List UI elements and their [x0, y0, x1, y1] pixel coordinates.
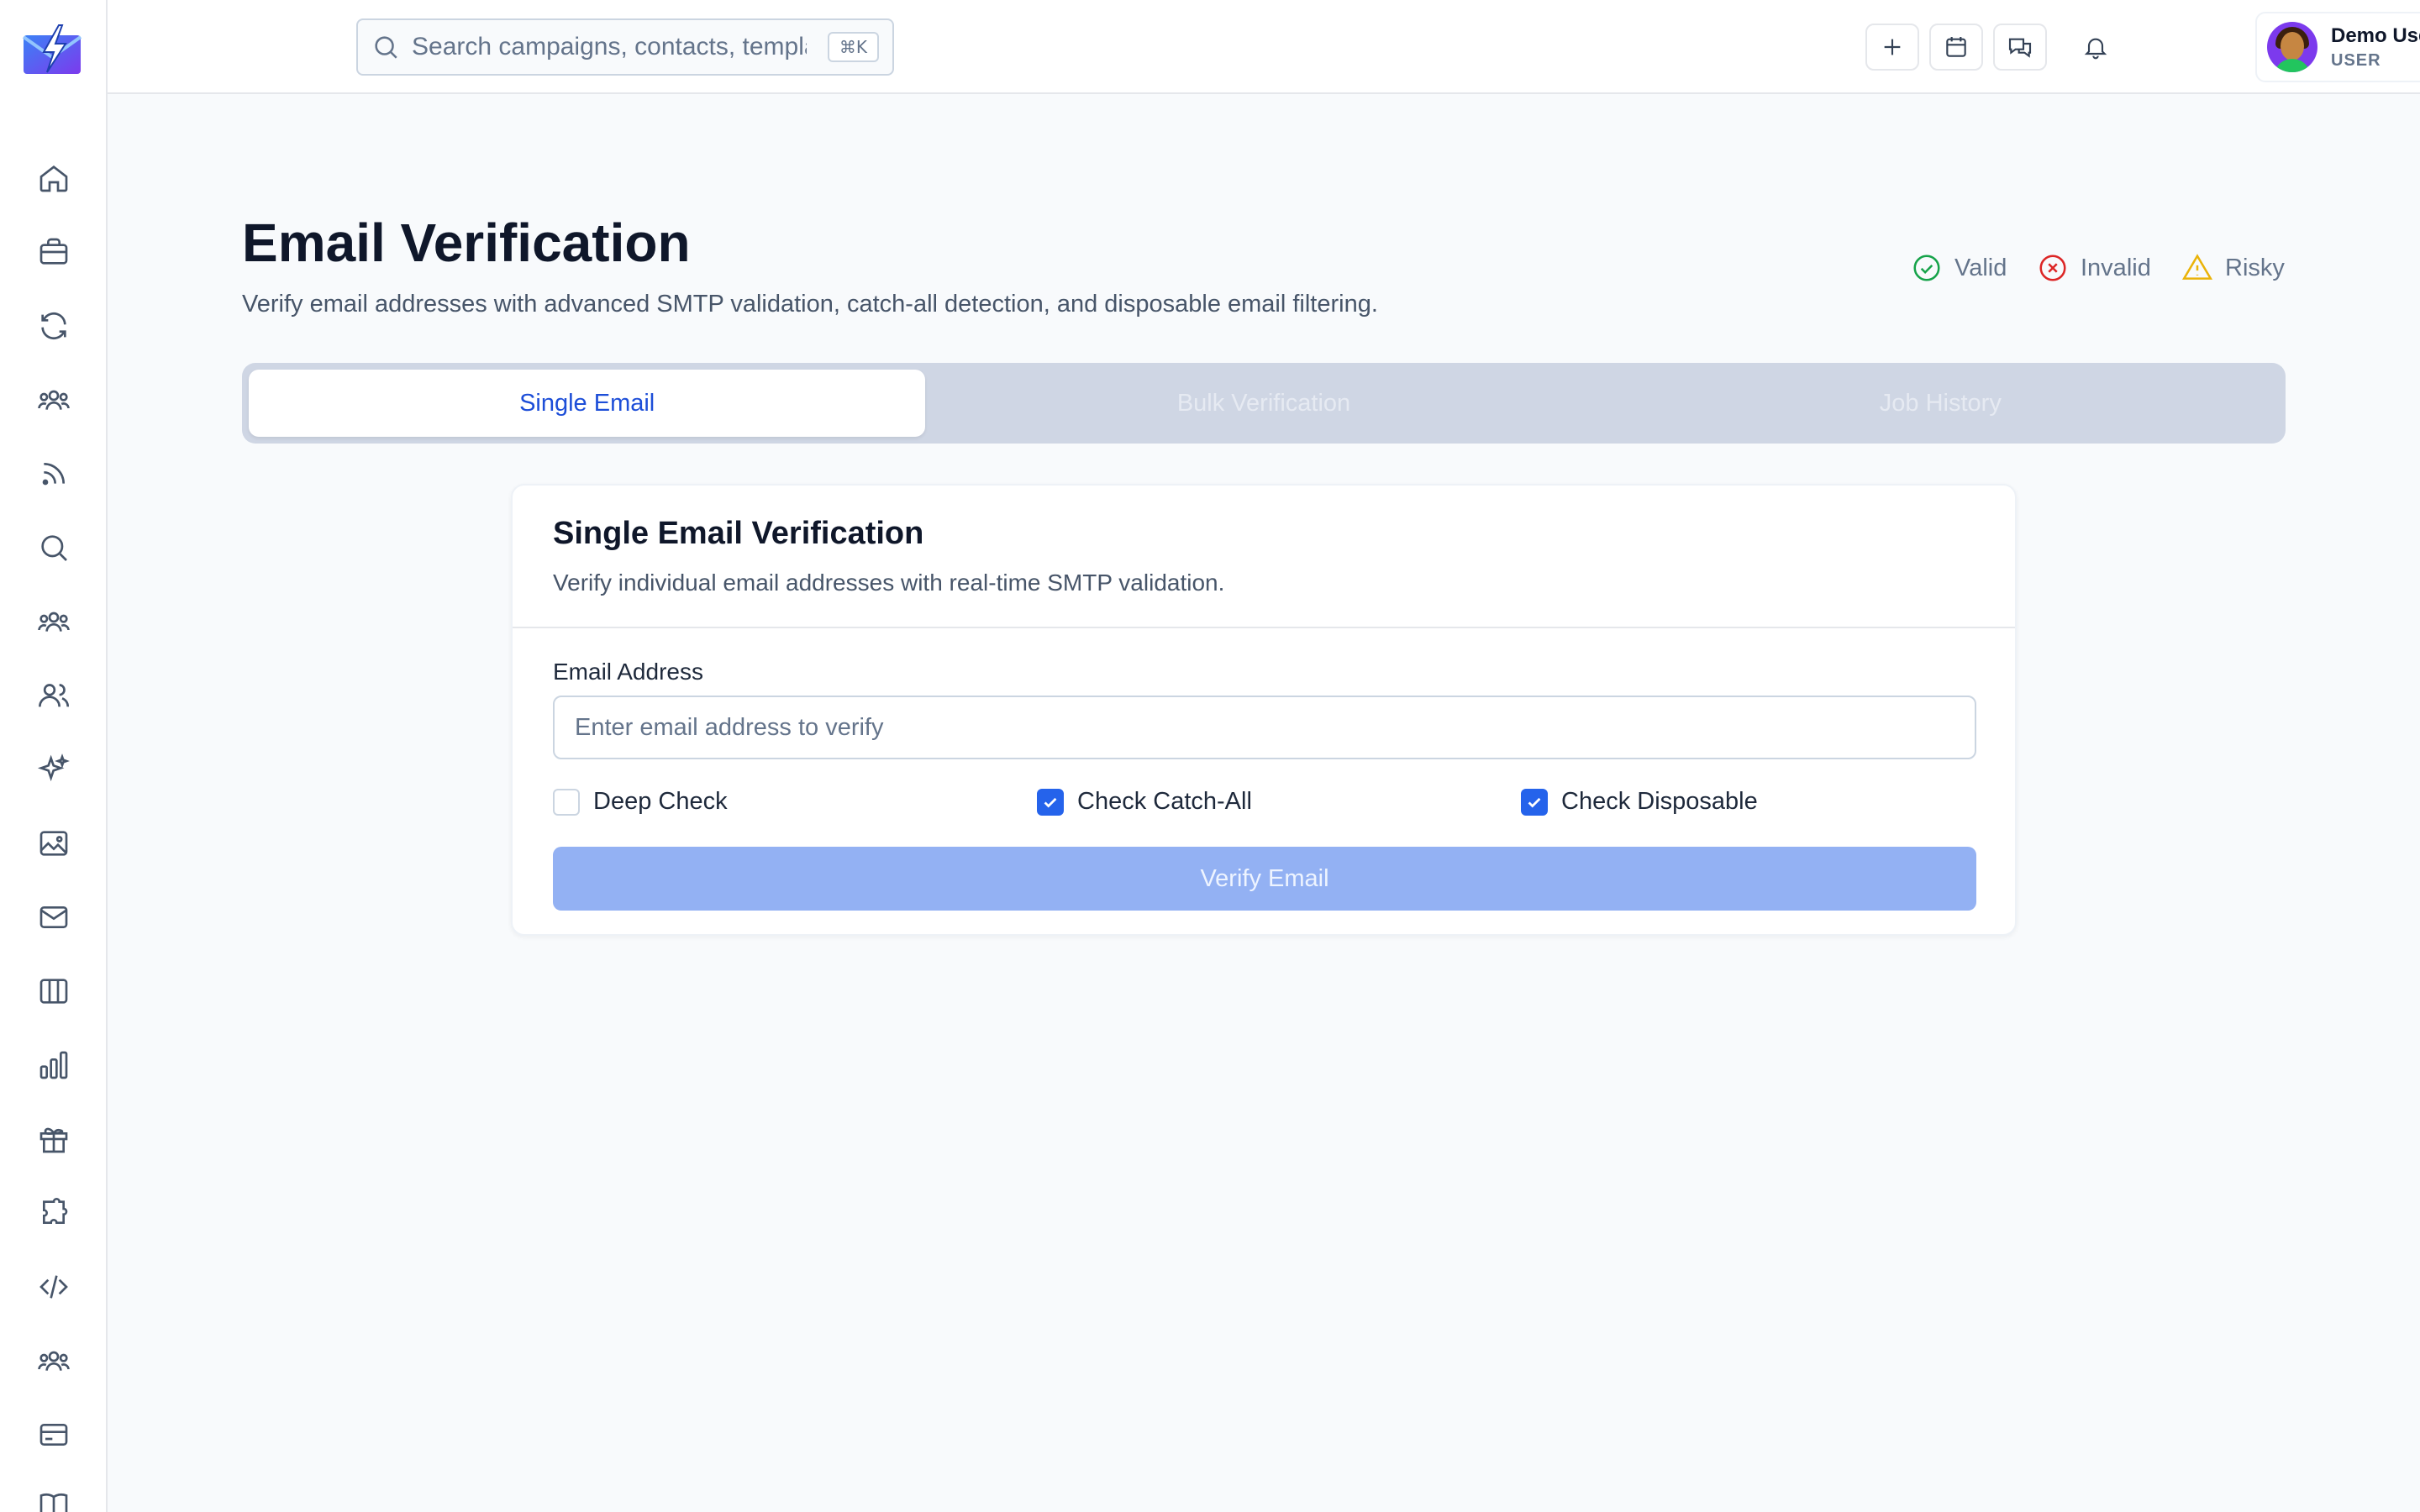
catch-all-option[interactable]: Check Catch-All	[1037, 788, 1252, 816]
email-field-label: Email Address	[553, 659, 703, 685]
image-icon[interactable]	[34, 823, 74, 864]
page-subtitle: Verify email addresses with advanced SMT…	[242, 291, 1378, 318]
users-icon[interactable]	[34, 675, 74, 716]
code-icon[interactable]	[34, 1267, 74, 1307]
messages-button[interactable]	[1993, 24, 2047, 71]
search-shortcut-badge: ⌘K	[827, 32, 879, 62]
warning-icon	[2181, 254, 2213, 280]
calendar-icon	[1946, 37, 1966, 57]
refresh-icon[interactable]	[34, 306, 74, 346]
book-icon[interactable]	[34, 1485, 74, 1512]
users-group-icon[interactable]	[34, 380, 74, 420]
columns-icon[interactable]	[34, 971, 74, 1011]
search-icon[interactable]	[34, 528, 74, 568]
rss-icon[interactable]	[34, 454, 74, 494]
sidebar	[0, 0, 108, 1512]
bell-icon	[2084, 38, 2107, 60]
page-title: Email Verification	[242, 213, 691, 273]
deep-check-option[interactable]: Deep Check	[553, 788, 728, 816]
top-bar: ⌘K Demo User USER	[108, 0, 2420, 94]
card-description: Verify individual email addresses with r…	[553, 570, 1225, 596]
user-role: USER	[2331, 50, 2381, 70]
legend-valid: Valid	[1911, 252, 2007, 284]
deep-check-label: Deep Check	[593, 788, 728, 815]
legend-risky-label: Risky	[2225, 254, 2285, 281]
single-email-card: Single Email Verification Verify individ…	[511, 484, 2017, 936]
check-icon	[1044, 797, 1057, 808]
mail-icon[interactable]	[34, 897, 74, 937]
x-circle-icon	[2039, 255, 2066, 281]
tab-job-history[interactable]: Job History	[1602, 370, 2279, 437]
email-field[interactable]	[553, 696, 1976, 759]
catch-all-label: Check Catch-All	[1077, 788, 1252, 815]
legend-valid-label: Valid	[1954, 254, 2007, 281]
check-circle-icon	[1913, 255, 1940, 281]
disposable-label: Check Disposable	[1561, 788, 1758, 815]
legend-invalid-label: Invalid	[2081, 254, 2151, 281]
legend-risky: Risky	[2181, 252, 2285, 284]
briefcase-icon[interactable]	[34, 232, 74, 272]
search-input[interactable]	[412, 33, 807, 61]
legend-invalid: Invalid	[2037, 252, 2151, 284]
verification-tabs: Single Email Bulk Verification Job Histo…	[242, 363, 2286, 444]
avatar	[2267, 22, 2317, 72]
add-button[interactable]	[1865, 24, 1919, 71]
card-title: Single Email Verification	[553, 516, 924, 551]
deep-check-checkbox[interactable]	[553, 788, 580, 816]
users-group-icon[interactable]	[34, 601, 74, 642]
calendar-button[interactable]	[1929, 24, 1983, 71]
gift-icon[interactable]	[34, 1119, 74, 1159]
puzzle-icon[interactable]	[34, 1193, 74, 1233]
user-name: Demo User	[2331, 24, 2420, 47]
app-logo[interactable]	[22, 24, 82, 77]
divider	[513, 627, 2015, 628]
home-icon[interactable]	[34, 158, 74, 198]
sparkles-icon[interactable]	[34, 749, 74, 790]
verify-email-button[interactable]: Verify Email	[553, 847, 1976, 911]
chat-icon	[2008, 38, 2032, 58]
tab-bulk-verification[interactable]: Bulk Verification	[925, 370, 1602, 437]
user-menu[interactable]: Demo User USER	[2255, 12, 2420, 82]
check-icon	[1528, 797, 1541, 808]
plus-icon	[1884, 39, 1901, 55]
catch-all-checkbox[interactable]	[1037, 788, 1064, 816]
search-icon	[375, 36, 397, 59]
global-search[interactable]: ⌘K	[356, 18, 894, 76]
notifications-button[interactable]	[2069, 24, 2123, 71]
bar-chart-icon[interactable]	[34, 1045, 74, 1085]
tab-single-email[interactable]: Single Email	[249, 370, 926, 437]
disposable-option[interactable]: Check Disposable	[1521, 788, 1758, 816]
users-group-icon[interactable]	[34, 1341, 74, 1381]
credit-card-icon[interactable]	[34, 1415, 74, 1455]
disposable-checkbox[interactable]	[1521, 788, 1548, 816]
